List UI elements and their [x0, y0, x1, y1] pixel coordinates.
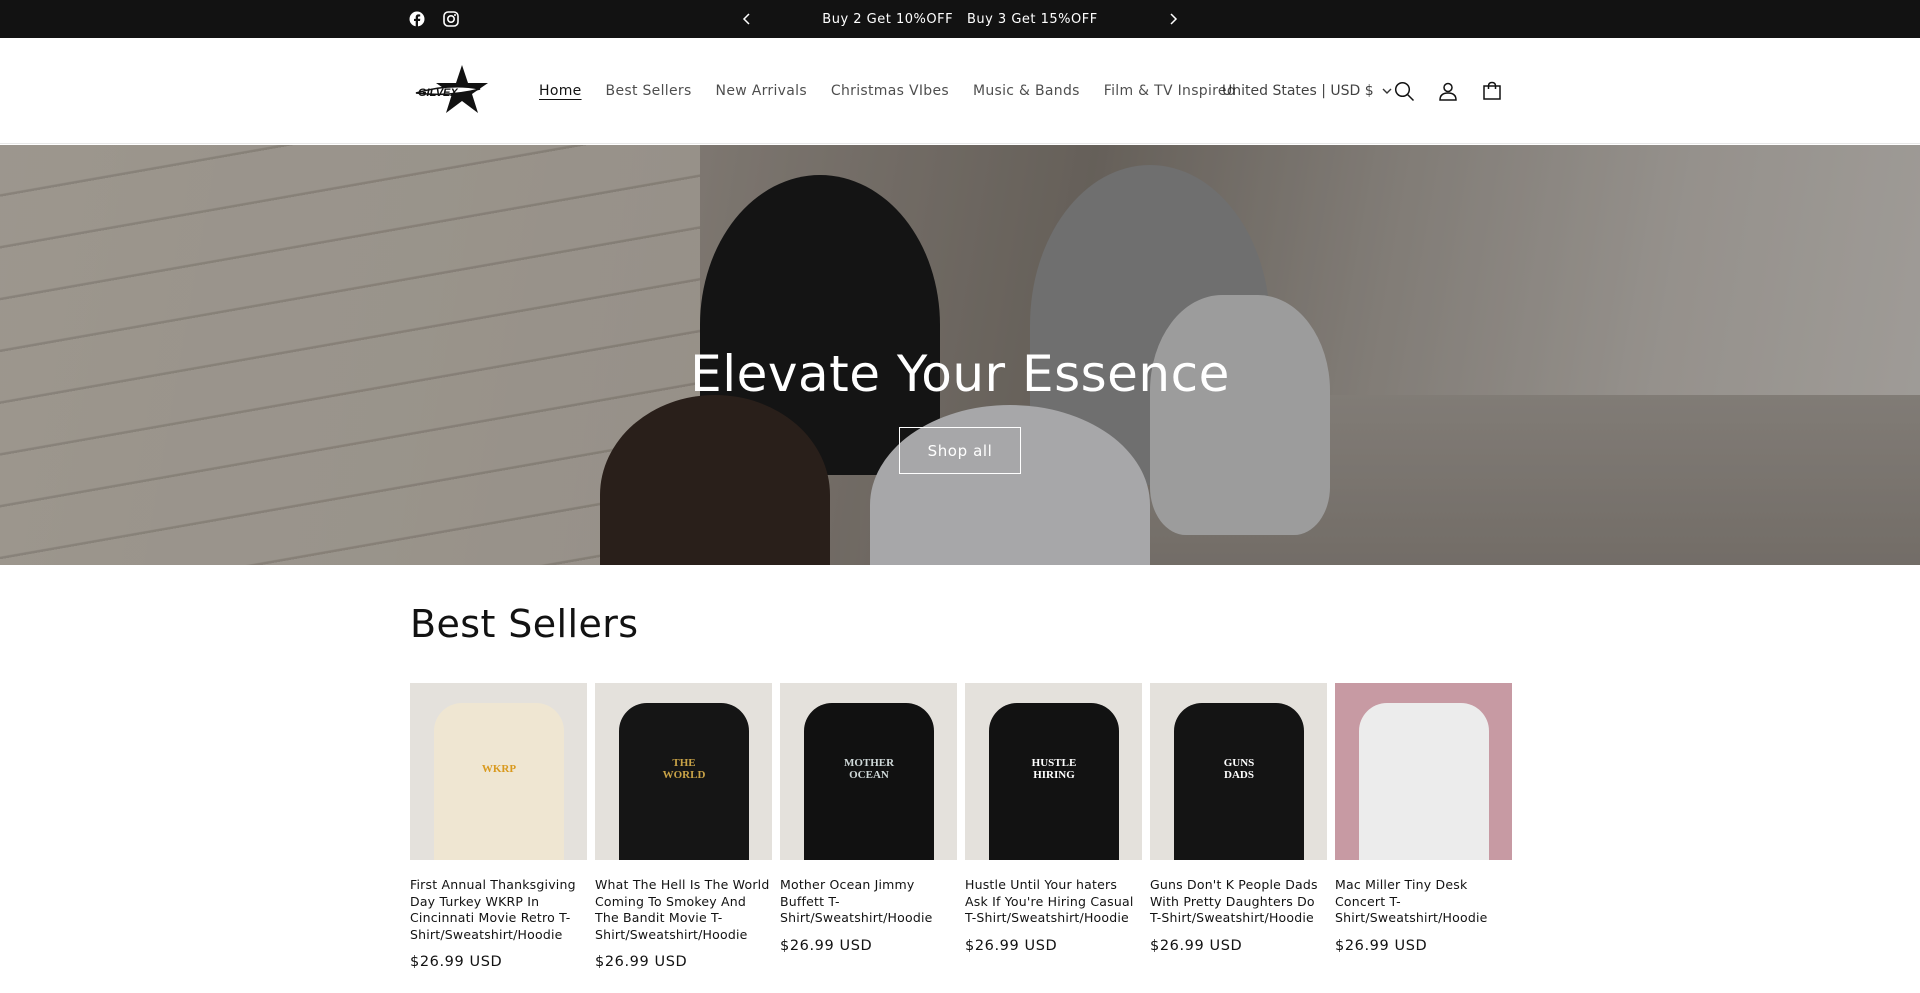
- product-price: $26.99 USD: [595, 954, 688, 970]
- site-header: GILVEX Home Best Sellers New Arrivals Ch…: [0, 38, 1920, 144]
- shop-all-button[interactable]: Shop all: [899, 427, 1021, 474]
- product-image[interactable]: GUNS DADS: [1150, 683, 1327, 860]
- product-image[interactable]: THE WORLD: [595, 683, 772, 860]
- nav-christmas-vibes[interactable]: Christmas VIbes: [831, 83, 949, 99]
- product-print: HUSTLE HIRING: [1031, 756, 1077, 781]
- announcement-message: Buy 2 Get 10%OFF Buy 3 Get 15%OFF: [822, 11, 1098, 27]
- product-image[interactable]: HUSTLE HIRING: [965, 683, 1142, 860]
- product-price: $26.99 USD: [965, 937, 1058, 954]
- product-price: $26.99 USD: [1150, 937, 1243, 954]
- product-card[interactable]: MOTHER OCEAN Mother Ocean Jimmy Buffett …: [780, 683, 957, 970]
- product-price: $26.99 USD: [410, 954, 503, 970]
- product-price: $26.99 USD: [1335, 937, 1428, 954]
- chevron-down-icon: [1382, 83, 1392, 99]
- nav-music-bands[interactable]: Music & Bands: [973, 83, 1080, 99]
- product-card[interactable]: WKRP First Annual Thanksgiving Day Turke…: [410, 683, 587, 970]
- product-price: $26.99 USD: [780, 937, 873, 954]
- product-title[interactable]: Hustle Until Your haters Ask If You're H…: [965, 877, 1142, 927]
- product-card[interactable]: THE WORLD What The Hell Is The World Com…: [595, 683, 772, 970]
- logo-text: GILVEX: [418, 87, 458, 99]
- nav-best-sellers[interactable]: Best Sellers: [606, 83, 692, 99]
- nav-film-tv[interactable]: Film & TV Inspired: [1104, 83, 1236, 99]
- product-title[interactable]: First Annual Thanksgiving Day Turkey WKR…: [410, 877, 587, 943]
- product-print: THE WORLD: [662, 756, 706, 781]
- announcement-bar: Buy 2 Get 10%OFF Buy 3 Get 15%OFF: [0, 0, 1920, 38]
- product-print: MOTHER OCEAN: [843, 756, 895, 781]
- country-selector[interactable]: United States | USD $: [1222, 38, 1392, 144]
- main-nav: Home Best Sellers New Arrivals Christmas…: [539, 38, 1236, 144]
- product-title[interactable]: What The Hell Is The World Coming To Smo…: [595, 877, 772, 943]
- product-image[interactable]: WKRP: [410, 683, 587, 860]
- product-card[interactable]: HUSTLE HIRING Hustle Until Your haters A…: [965, 683, 1142, 970]
- account-icon[interactable]: [1436, 79, 1460, 103]
- product-card[interactable]: GUNS DADS Guns Don't K People Dads With …: [1150, 683, 1327, 970]
- logo[interactable]: GILVEX: [410, 63, 500, 115]
- cart-icon[interactable]: [1480, 79, 1504, 103]
- section-title: Best Sellers: [410, 602, 639, 646]
- hero-banner: Elevate Your Essence Shop all: [0, 145, 1920, 565]
- product-title[interactable]: Mother Ocean Jimmy Buffett T-Shirt/Sweat…: [780, 877, 957, 927]
- search-icon[interactable]: [1392, 79, 1416, 103]
- nav-home[interactable]: Home: [539, 83, 582, 99]
- country-label: United States | USD $: [1222, 83, 1374, 99]
- product-grid: WKRP First Annual Thanksgiving Day Turke…: [410, 683, 1512, 970]
- product-print: GUNS DADS: [1223, 756, 1255, 781]
- hero-heading: Elevate Your Essence: [690, 345, 1230, 403]
- product-title[interactable]: Mac Miller Tiny Desk Concert T-Shirt/Swe…: [1335, 877, 1512, 927]
- product-print: WKRP: [481, 762, 517, 775]
- chevron-right-icon[interactable]: [1163, 9, 1183, 29]
- product-image[interactable]: MOTHER OCEAN: [780, 683, 957, 860]
- product-title[interactable]: Guns Don't K People Dads With Pretty Dau…: [1150, 877, 1327, 927]
- product-print: [1393, 738, 1455, 800]
- nav-new-arrivals[interactable]: New Arrivals: [716, 83, 807, 99]
- product-card[interactable]: Mac Miller Tiny Desk Concert T-Shirt/Swe…: [1335, 683, 1512, 970]
- product-image[interactable]: [1335, 683, 1512, 860]
